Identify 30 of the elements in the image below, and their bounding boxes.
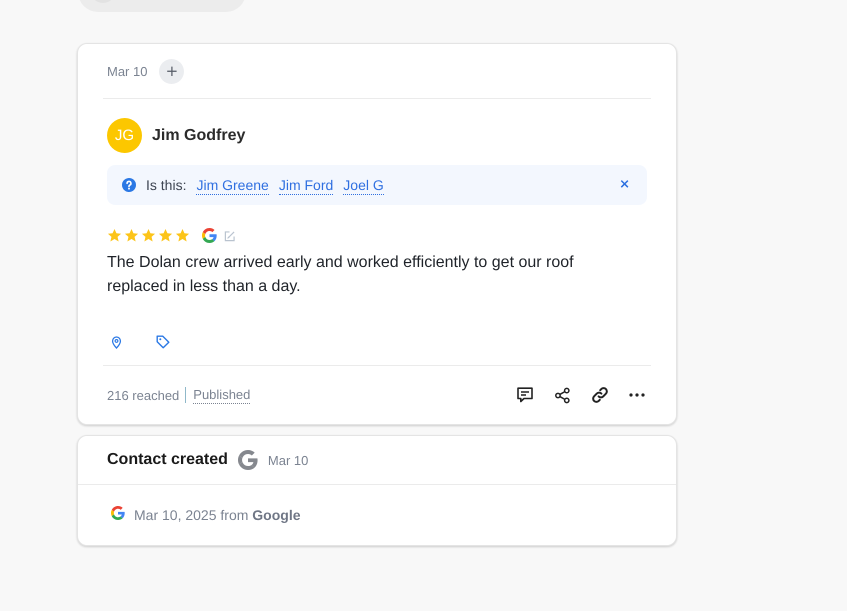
reviewer-name: Jim Godfrey — [152, 126, 246, 144]
name-link[interactable]: Jim Greene — [196, 176, 269, 194]
help-icon — [122, 178, 136, 192]
status-link[interactable]: Published — [193, 386, 250, 404]
review-date: Mar 10 — [107, 64, 148, 78]
close-button[interactable]: × — [618, 177, 631, 193]
avatar: JG — [107, 118, 142, 153]
google-icon — [111, 506, 125, 520]
location-pin-icon[interactable] — [111, 336, 122, 348]
google-icon — [202, 228, 217, 243]
google-icon — [238, 450, 258, 470]
tag-icon[interactable] — [156, 335, 170, 349]
star-icon — [124, 228, 139, 243]
reach-count: 216 reached — [107, 388, 180, 402]
star-icon — [158, 228, 173, 243]
link-icon[interactable] — [591, 386, 609, 404]
activity-detail: Mar 10, 2025 from Google — [134, 507, 301, 523]
name-link[interactable]: Jim Ford — [278, 176, 334, 194]
activity-title: Contact created — [107, 451, 228, 469]
suggestion-prompt: Is this: — [146, 177, 186, 193]
share-icon[interactable] — [554, 386, 571, 404]
star-icon — [107, 228, 122, 243]
name-link[interactable]: Joel G — [343, 176, 384, 194]
more-icon[interactable] — [629, 393, 645, 397]
review-text: The Dolan crew arrived early and worked efficiently to get our roof replaced in less than a day. — [107, 253, 575, 297]
comment-icon[interactable] — [516, 386, 534, 404]
activity-date: Mar 10 — [268, 452, 308, 468]
add-button[interactable]: + — [159, 58, 184, 84]
star-icon — [175, 228, 190, 243]
star-icon — [141, 228, 156, 243]
